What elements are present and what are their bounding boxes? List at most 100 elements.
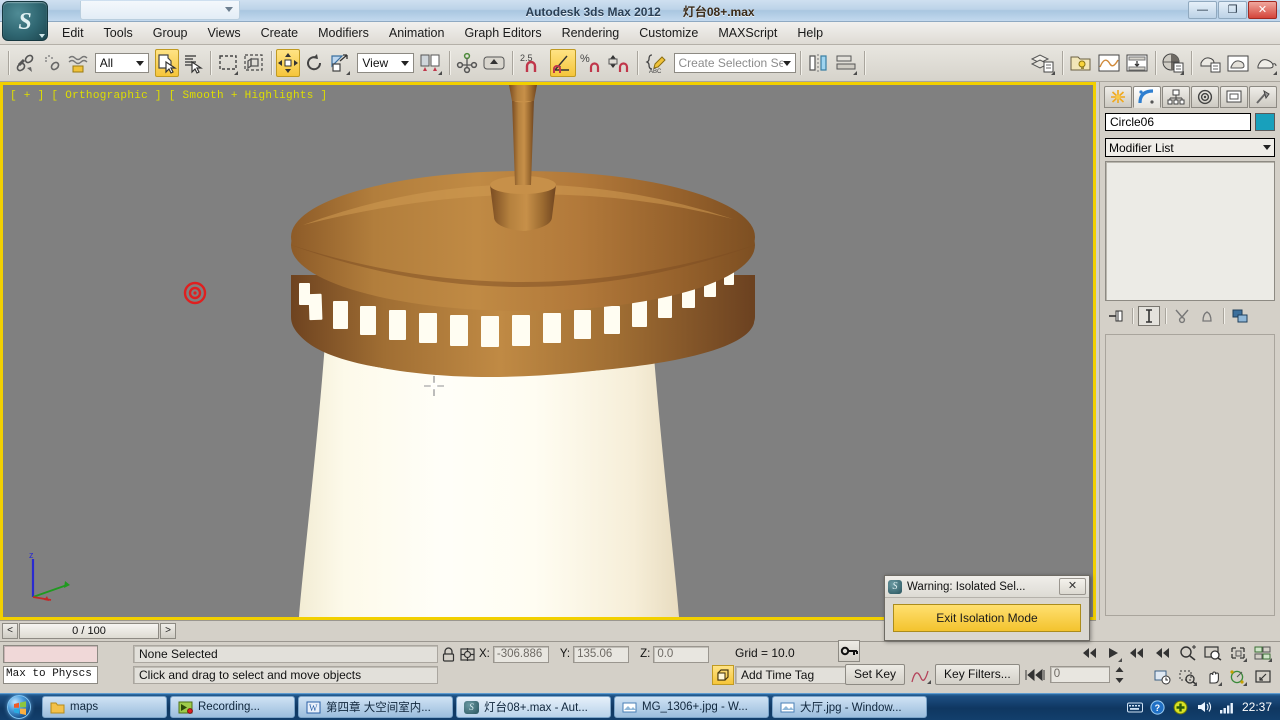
taskbar-item-photo-2[interactable]: 大厅.jpg - Window... (772, 696, 927, 718)
selection-filter-dropdown[interactable]: All (94, 53, 149, 73)
select-object-icon[interactable] (155, 49, 179, 77)
network-icon[interactable] (1219, 699, 1235, 715)
isolation-warning-dialog[interactable]: S Warning: Isolated Sel... ✕ Exit Isolat… (884, 575, 1090, 641)
select-and-move-icon[interactable] (276, 49, 301, 77)
menu-item-group[interactable]: Group (143, 24, 198, 42)
absolute-relative-transform-icon[interactable] (459, 646, 476, 663)
maximize-viewport-toggle-icon[interactable] (1251, 666, 1274, 688)
zoom-extents-icon[interactable] (1226, 642, 1249, 664)
select-and-link-icon[interactable] (14, 49, 38, 77)
chevron-down-icon[interactable] (1263, 145, 1271, 150)
use-selection-center-icon[interactable] (455, 49, 479, 77)
menu-item-graph-editors[interactable]: Graph Editors (454, 24, 551, 42)
next-frame-button[interactable]: > (160, 622, 176, 639)
set-key-button[interactable]: Set Key (845, 664, 906, 685)
flyout-corner-icon[interactable] (1118, 654, 1122, 662)
pin-stack-icon[interactable] (1105, 306, 1127, 326)
menu-item-edit[interactable]: Edit (52, 24, 94, 42)
mirror-icon[interactable] (805, 49, 831, 77)
chevron-down-icon[interactable] (136, 60, 144, 66)
application-menu-button[interactable]: S (2, 1, 48, 41)
maxscript-mini-listener-input[interactable] (3, 645, 98, 663)
flyout-corner-icon[interactable] (1243, 678, 1247, 686)
time-configuration-icon[interactable] (1151, 666, 1174, 688)
close-button[interactable]: ✕ (1248, 1, 1277, 19)
dialog-close-button[interactable]: ✕ (1059, 578, 1086, 595)
spinner-snap-toggle-icon[interactable] (606, 49, 632, 77)
object-color-swatch[interactable] (1255, 113, 1275, 131)
modifier-list-dropdown[interactable]: Modifier List (1105, 138, 1275, 157)
menu-item-maxscript[interactable]: MAXScript (708, 24, 787, 42)
orbit-icon[interactable] (1226, 666, 1249, 688)
taskbar-item-photo-1[interactable]: MG_1306+.jpg - W... (614, 696, 769, 718)
maxscript-mini-listener-output[interactable]: Max to Physcs ( (3, 666, 98, 684)
hierarchy-tab[interactable] (1162, 86, 1190, 108)
chevron-down-icon[interactable] (39, 34, 45, 38)
key-mode-toggle-icon[interactable] (838, 640, 860, 662)
taskbar-item-recording[interactable]: Recording... (170, 696, 295, 718)
taskbar-item-maps[interactable]: maps (42, 696, 167, 718)
menu-item-rendering[interactable]: Rendering (552, 24, 630, 42)
pan-view-icon[interactable] (1201, 666, 1224, 688)
configure-modifier-sets-icon[interactable] (1229, 306, 1251, 326)
chevron-down-icon[interactable] (401, 60, 410, 66)
key-filter-curve-icon[interactable] (909, 665, 932, 685)
utilities-tab[interactable] (1249, 86, 1277, 108)
display-tab[interactable] (1220, 86, 1248, 108)
flyout-corner-icon[interactable] (927, 676, 932, 684)
go-to-start-icon[interactable] (1076, 642, 1099, 664)
zoom-icon[interactable] (1176, 642, 1199, 664)
select-and-rotate-icon[interactable] (302, 49, 326, 77)
layer-manager-icon[interactable] (1029, 49, 1057, 77)
next-frame-nav-icon[interactable] (1126, 642, 1149, 664)
previous-frame-button[interactable]: < (2, 622, 18, 639)
flyout-corner-icon[interactable] (1193, 678, 1197, 686)
menu-item-views[interactable]: Views (197, 24, 250, 42)
volume-icon[interactable] (1196, 699, 1212, 715)
updates-icon[interactable] (1173, 699, 1189, 715)
start-button[interactable] (2, 695, 36, 720)
remove-modifier-icon[interactable] (1196, 306, 1218, 326)
menu-item-create[interactable]: Create (251, 24, 309, 42)
frame-display[interactable]: 0 / 100 (19, 622, 159, 639)
show-end-result-icon[interactable] (1138, 306, 1160, 326)
flyout-corner-icon[interactable] (1268, 654, 1272, 662)
reference-coordinate-system-dropdown[interactable]: View (357, 53, 415, 73)
bind-to-space-warp-icon[interactable] (66, 49, 90, 77)
select-by-name-icon[interactable] (181, 49, 205, 77)
exit-isolation-mode-button[interactable]: Exit Isolation Mode (893, 604, 1081, 632)
go-to-end-icon[interactable] (1151, 642, 1174, 664)
start-orb-icon[interactable] (7, 695, 31, 719)
render-production-icon[interactable] (1253, 49, 1279, 77)
flyout-corner-icon[interactable] (853, 67, 858, 75)
time-tag-toggle[interactable] (712, 665, 734, 685)
maximize-button[interactable]: ❐ (1218, 1, 1247, 19)
chevron-down-icon[interactable] (782, 60, 791, 66)
flyout-corner-icon[interactable] (1180, 67, 1185, 75)
menu-item-customize[interactable]: Customize (629, 24, 708, 42)
coord-y[interactable]: Y: 135.06 (560, 645, 630, 663)
material-editor-icon[interactable] (1160, 49, 1186, 77)
taskbar-clock[interactable]: 22:37 (1242, 700, 1272, 714)
coord-x-value[interactable]: -306.886 (492, 645, 549, 663)
key-filters-button[interactable]: Key Filters... (935, 664, 1020, 685)
snaps-toggle-icon[interactable]: 2.5 (518, 49, 548, 77)
modify-tab[interactable] (1133, 86, 1161, 108)
target-helper-gizmo[interactable] (183, 281, 207, 305)
percent-snap-toggle-icon[interactable]: % (578, 49, 604, 77)
menu-item-animation[interactable]: Animation (379, 24, 455, 42)
align-icon[interactable] (833, 49, 859, 77)
menu-item-help[interactable]: Help (787, 24, 833, 42)
motion-tab[interactable] (1191, 86, 1219, 108)
rectangular-selection-region-icon[interactable] (216, 49, 240, 77)
flyout-corner-icon[interactable] (1243, 654, 1247, 662)
keyboard-icon[interactable] (1126, 699, 1143, 715)
lock-selection-icon[interactable] (441, 646, 456, 663)
light-lister-icon[interactable] (1068, 49, 1094, 77)
edit-named-selection-sets-icon[interactable]: ABC (643, 49, 669, 77)
curve-editor-icon[interactable] (1096, 49, 1122, 77)
coord-y-value[interactable]: 135.06 (573, 645, 630, 663)
flyout-corner-icon[interactable] (1050, 67, 1055, 75)
zoom-extents-all-icon[interactable] (1251, 642, 1274, 664)
flyout-corner-icon[interactable] (233, 67, 238, 75)
